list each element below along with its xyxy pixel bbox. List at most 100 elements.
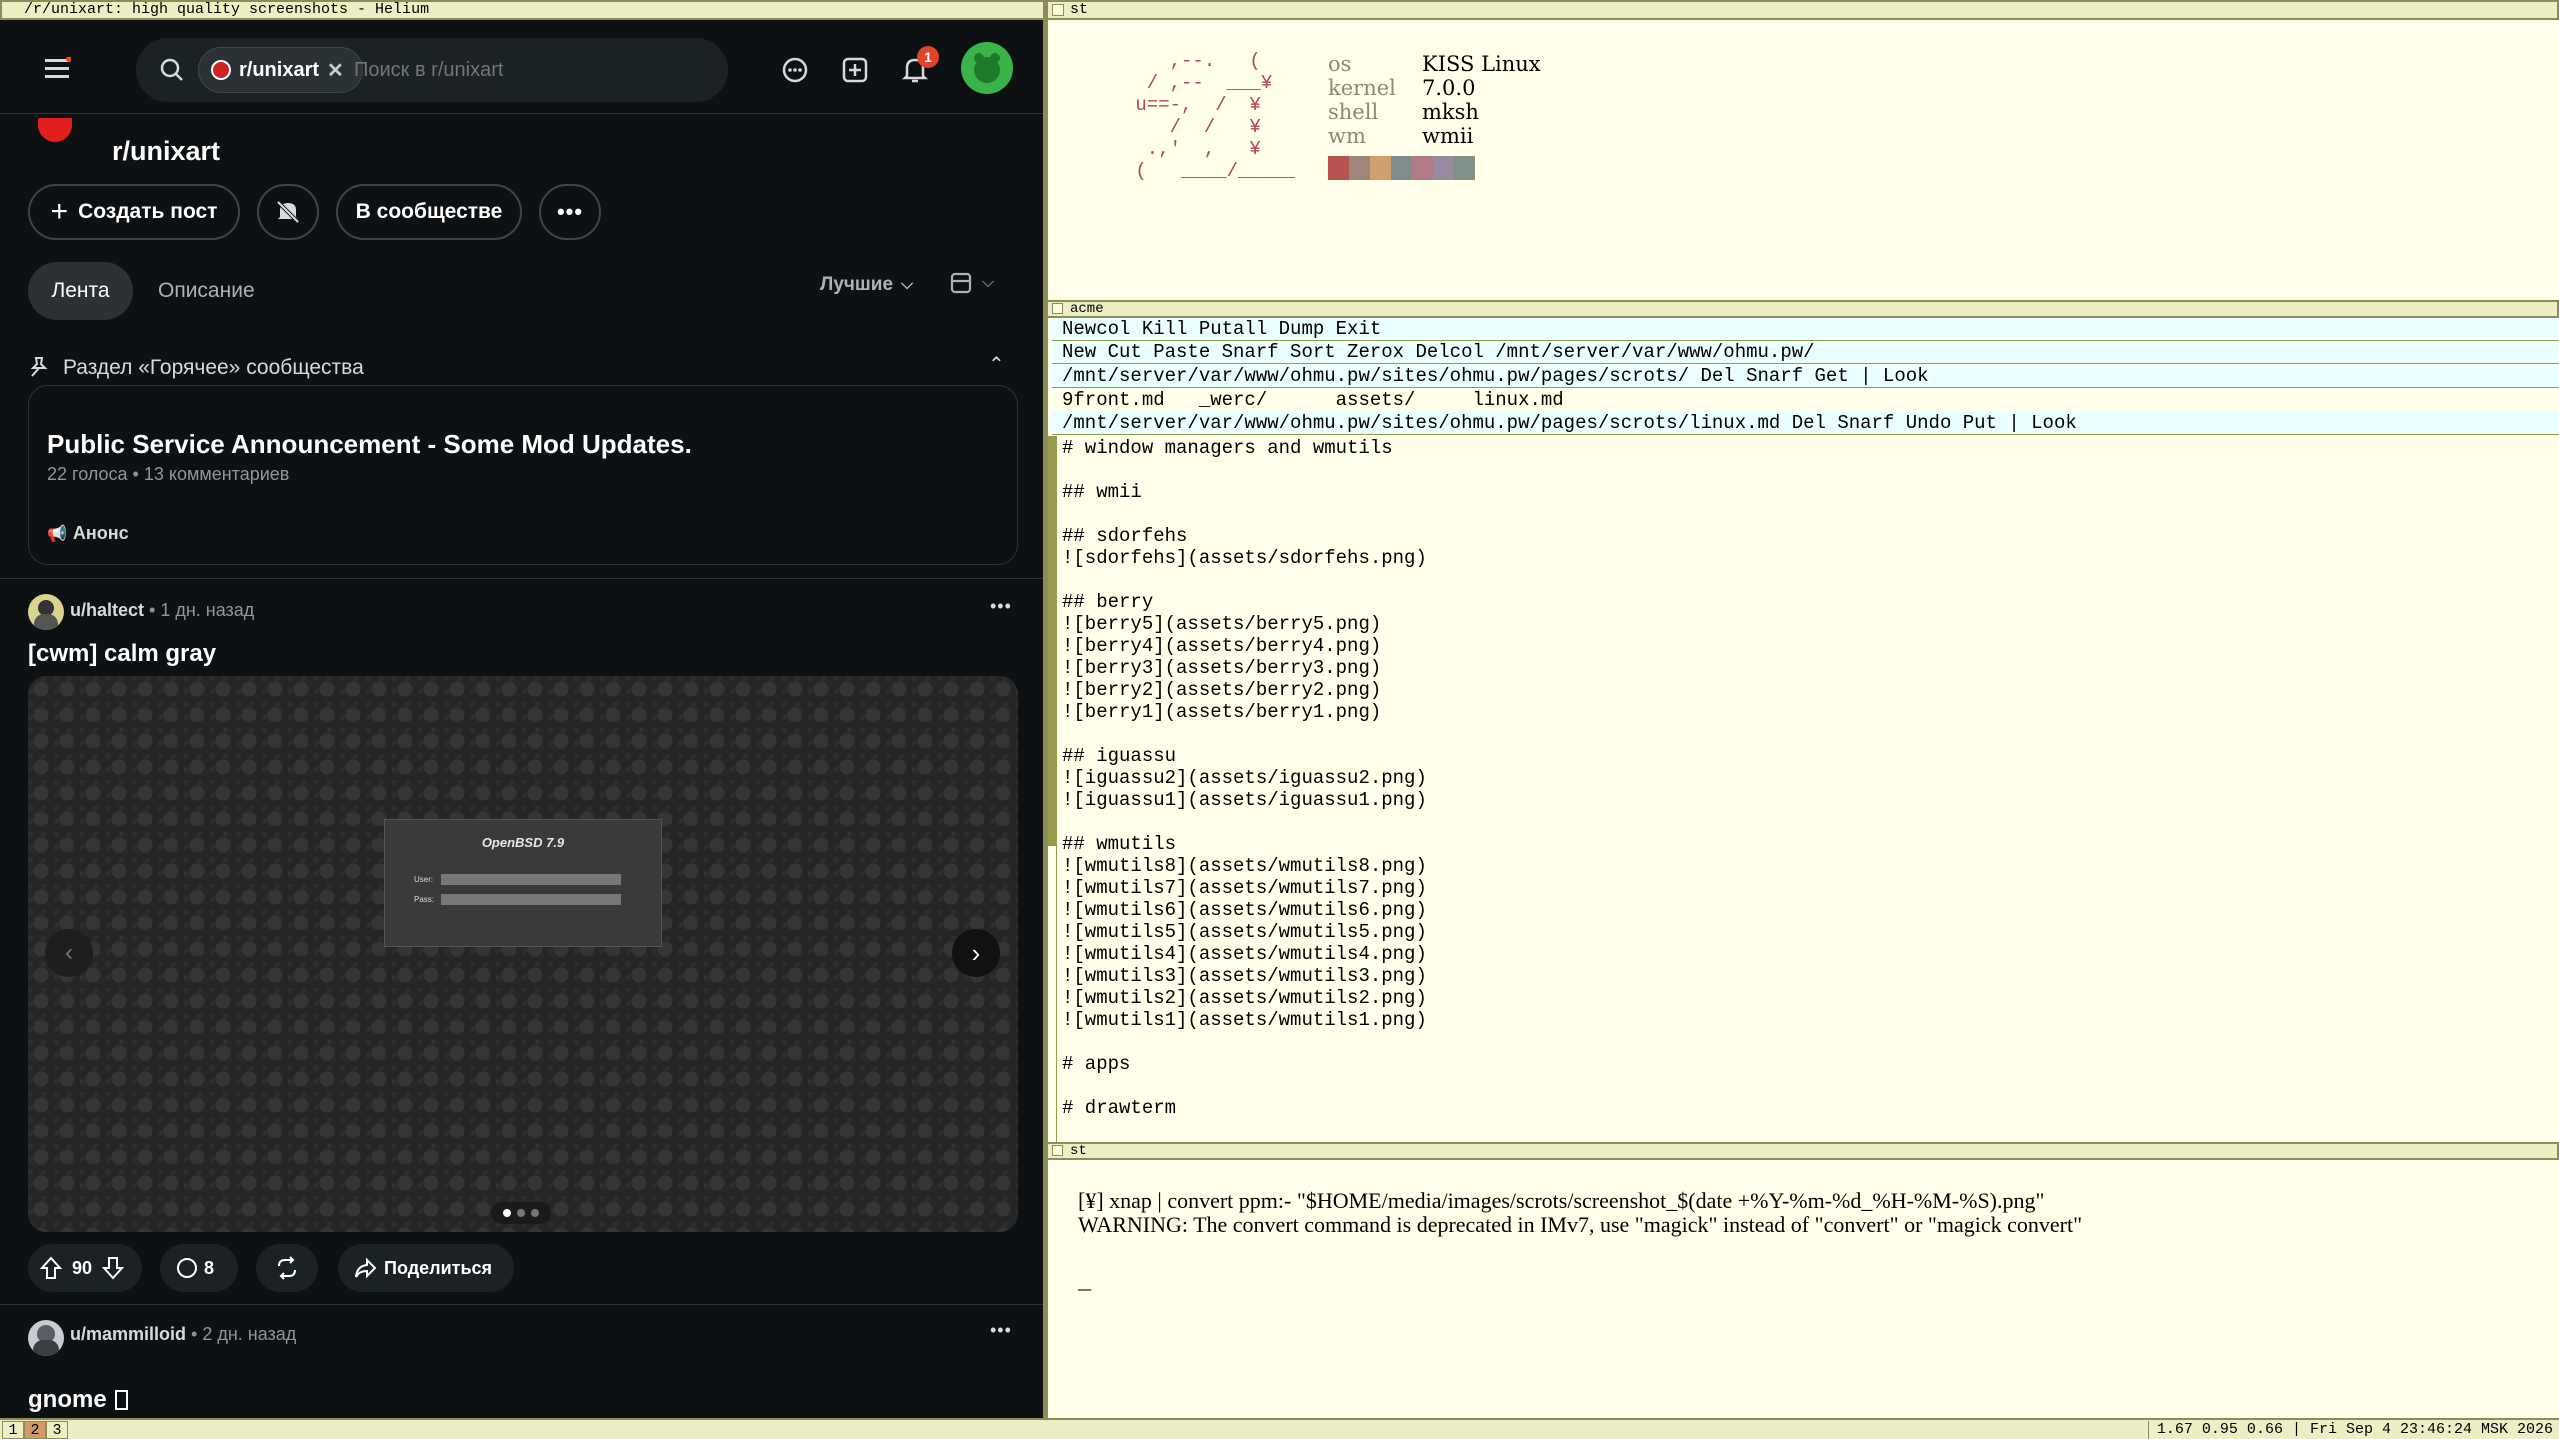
acme-text-line	[1062, 1031, 1427, 1053]
divider	[0, 1304, 1043, 1305]
acme-text-line	[1062, 1075, 1427, 1097]
acme-text-line: ## wmutils	[1062, 833, 1177, 855]
user-avatar-button[interactable]	[961, 42, 1013, 94]
chip-close-icon[interactable]: ✕	[327, 58, 344, 83]
post-options-icon[interactable]: •••	[990, 1320, 1012, 1341]
post-author-avatar	[28, 594, 64, 630]
search-bar[interactable]: r/unixart ✕	[136, 38, 728, 102]
tag-2-button[interactable]: 2	[24, 1421, 46, 1439]
comment-icon	[177, 1258, 197, 1278]
crosspost-button[interactable]	[256, 1244, 318, 1292]
browser-window-title[interactable]: /r/unixart: high quality screenshots - H…	[0, 0, 1045, 20]
pinned-tag-label: Анонс	[72, 523, 129, 543]
share-icon	[355, 1257, 376, 1279]
acme-dir-listing[interactable]: 9front.md _werc/ assets/ linux.md	[1062, 389, 1564, 411]
view-chevron-icon: ⌵	[982, 274, 995, 291]
gallery-dots	[491, 1202, 551, 1224]
fetch-row: wm wmii	[1328, 124, 1541, 148]
menu-button[interactable]	[36, 46, 80, 90]
acme-window-title[interactable]: acme	[1046, 300, 2559, 318]
shell-window-title[interactable]: st	[1046, 1142, 2559, 1160]
chat-button[interactable]	[773, 48, 817, 92]
more-options-button[interactable]: •••	[539, 184, 601, 240]
fetch-value: mksh	[1422, 100, 1479, 124]
post-username[interactable]: u/mammilloid	[70, 1324, 186, 1344]
acme-text-line: ![wmutils2](assets/wmutils2.png)	[1062, 987, 1427, 1009]
avatar-icon	[974, 53, 1000, 83]
fetch-key: kernel	[1328, 76, 1396, 100]
search-input[interactable]	[354, 50, 704, 90]
post-image-gallery[interactable]: OpenBSD 7.9 User: Pass: ‹ ›	[28, 676, 1018, 1232]
gallery-prev-button[interactable]: ‹	[45, 929, 93, 977]
create-post-button[interactable]: + Создать пост	[28, 184, 240, 240]
post-username[interactable]: u/haltect	[70, 600, 144, 620]
acme-text-line: ![berry2](assets/berry2.png)	[1062, 679, 1382, 701]
window-square-icon[interactable]	[1052, 303, 1063, 314]
collapse-chevron-icon[interactable]: ⌃	[988, 352, 1005, 377]
acme-text-line: ## sdorfehs	[1062, 525, 1188, 547]
bell-off-icon	[276, 200, 300, 224]
acme-text-line: # drawterm	[1062, 1097, 1177, 1119]
acme-file-body[interactable]: # window managers and wmutils ## wmii ## s…	[1062, 437, 1427, 1119]
image-user-field	[441, 874, 621, 885]
image-pass-field	[441, 894, 621, 905]
terminal-title: st	[1070, 1, 1089, 18]
gallery-dot-active[interactable]	[503, 1209, 511, 1217]
pinned-post-card[interactable]: Public Service Announcement - Some Mod U…	[28, 385, 1018, 565]
fetch-row: shell mksh	[1328, 100, 1541, 124]
post-time: • 2 дн. назад	[191, 1324, 297, 1344]
view-toggle[interactable]: ⌵	[950, 272, 994, 294]
chat-icon	[782, 57, 808, 83]
terminal-window-title[interactable]: st	[1046, 0, 2559, 20]
acme-file-tag[interactable]: /mnt/server/var/www/ohmu.pw/sites/ohmu.p…	[1052, 412, 2559, 435]
terminal-prompt-cursor[interactable]: _	[1078, 1272, 1091, 1294]
chevron-down-icon: ⌵	[901, 276, 914, 293]
terminal-command-line: [¥] xnap | convert ppm:- "$HOME/media/im…	[1078, 1188, 2045, 1213]
acme-editor[interactable]: Newcol Kill Putall Dump Exit New Cut Pas…	[1048, 318, 2559, 1142]
post-options-icon[interactable]: •••	[990, 596, 1012, 617]
tag-3-button[interactable]: 3	[46, 1421, 68, 1439]
search-icon	[160, 58, 183, 81]
share-button[interactable]: Поделиться	[338, 1244, 514, 1292]
notifications-button[interactable]: 1	[893, 46, 939, 92]
plus-icon: +	[50, 195, 69, 228]
fetch-key: shell	[1328, 100, 1379, 124]
tab-feed-label: Лента	[51, 279, 110, 302]
reddit-header: r/unixart ✕ 1	[0, 20, 1043, 114]
acme-text-line: # apps	[1062, 1053, 1131, 1075]
post-title[interactable]: [cwm] calm gray	[28, 640, 216, 668]
upvote-icon[interactable]	[40, 1256, 62, 1280]
tab-feed[interactable]: Лента	[28, 262, 133, 320]
sort-dropdown[interactable]: Лучшие ⌵	[820, 274, 913, 296]
acme-scrollbar[interactable]	[1048, 436, 1057, 1142]
acme-text-line: ![sdorfehs](assets/sdorfehs.png)	[1062, 547, 1427, 569]
subreddit-search-chip[interactable]: r/unixart ✕	[198, 47, 363, 93]
create-button[interactable]	[833, 48, 877, 92]
acme-main-tag[interactable]: Newcol Kill Putall Dump Exit	[1052, 318, 2559, 341]
window-square-icon[interactable]	[1052, 1145, 1063, 1156]
gallery-next-button[interactable]: ›	[952, 929, 1000, 977]
notifications-toggle-button[interactable]	[257, 184, 319, 240]
gallery-dot[interactable]	[517, 1209, 525, 1217]
joined-button[interactable]: В сообществе	[336, 184, 522, 240]
reddit-page: r/unixart ✕ 1 r/unixart + Создать пост В	[0, 20, 1043, 1418]
shell-terminal[interactable]: [¥] xnap | convert ppm:- "$HOME/media/im…	[1048, 1160, 2559, 1418]
post-author[interactable]: u/mammilloid • 2 дн. назад	[70, 1324, 296, 1345]
tag-1-button[interactable]: 1	[2, 1421, 24, 1439]
fetch-value: KISS Linux	[1422, 52, 1541, 76]
divider	[0, 578, 1043, 579]
scrollbar-thumb[interactable]	[1048, 436, 1056, 846]
fetch-terminal[interactable]: ,--. ( / ,-- ___¥ u==-, / ¥ / / ¥ .,' , …	[1048, 20, 2559, 302]
gallery-dot[interactable]	[531, 1209, 539, 1217]
post-author[interactable]: u/haltect • 1 дн. назад	[70, 600, 254, 621]
acme-dir-tag[interactable]: /mnt/server/var/www/ohmu.pw/sites/ohmu.p…	[1052, 365, 2559, 388]
post-title[interactable]: gnome	[28, 1386, 128, 1414]
acme-column-tag[interactable]: New Cut Paste Snarf Sort Zerox Delcol /m…	[1052, 341, 2559, 364]
shell-title: st	[1070, 1143, 1087, 1159]
tab-about[interactable]: Описание	[148, 262, 265, 320]
post-title-text: gnome	[28, 1386, 107, 1413]
comments-button[interactable]: 8	[160, 1244, 238, 1292]
window-square-icon[interactable]	[1052, 4, 1064, 16]
login-window-screenshot: OpenBSD 7.9 User: Pass:	[384, 819, 662, 947]
downvote-icon[interactable]	[102, 1256, 125, 1280]
